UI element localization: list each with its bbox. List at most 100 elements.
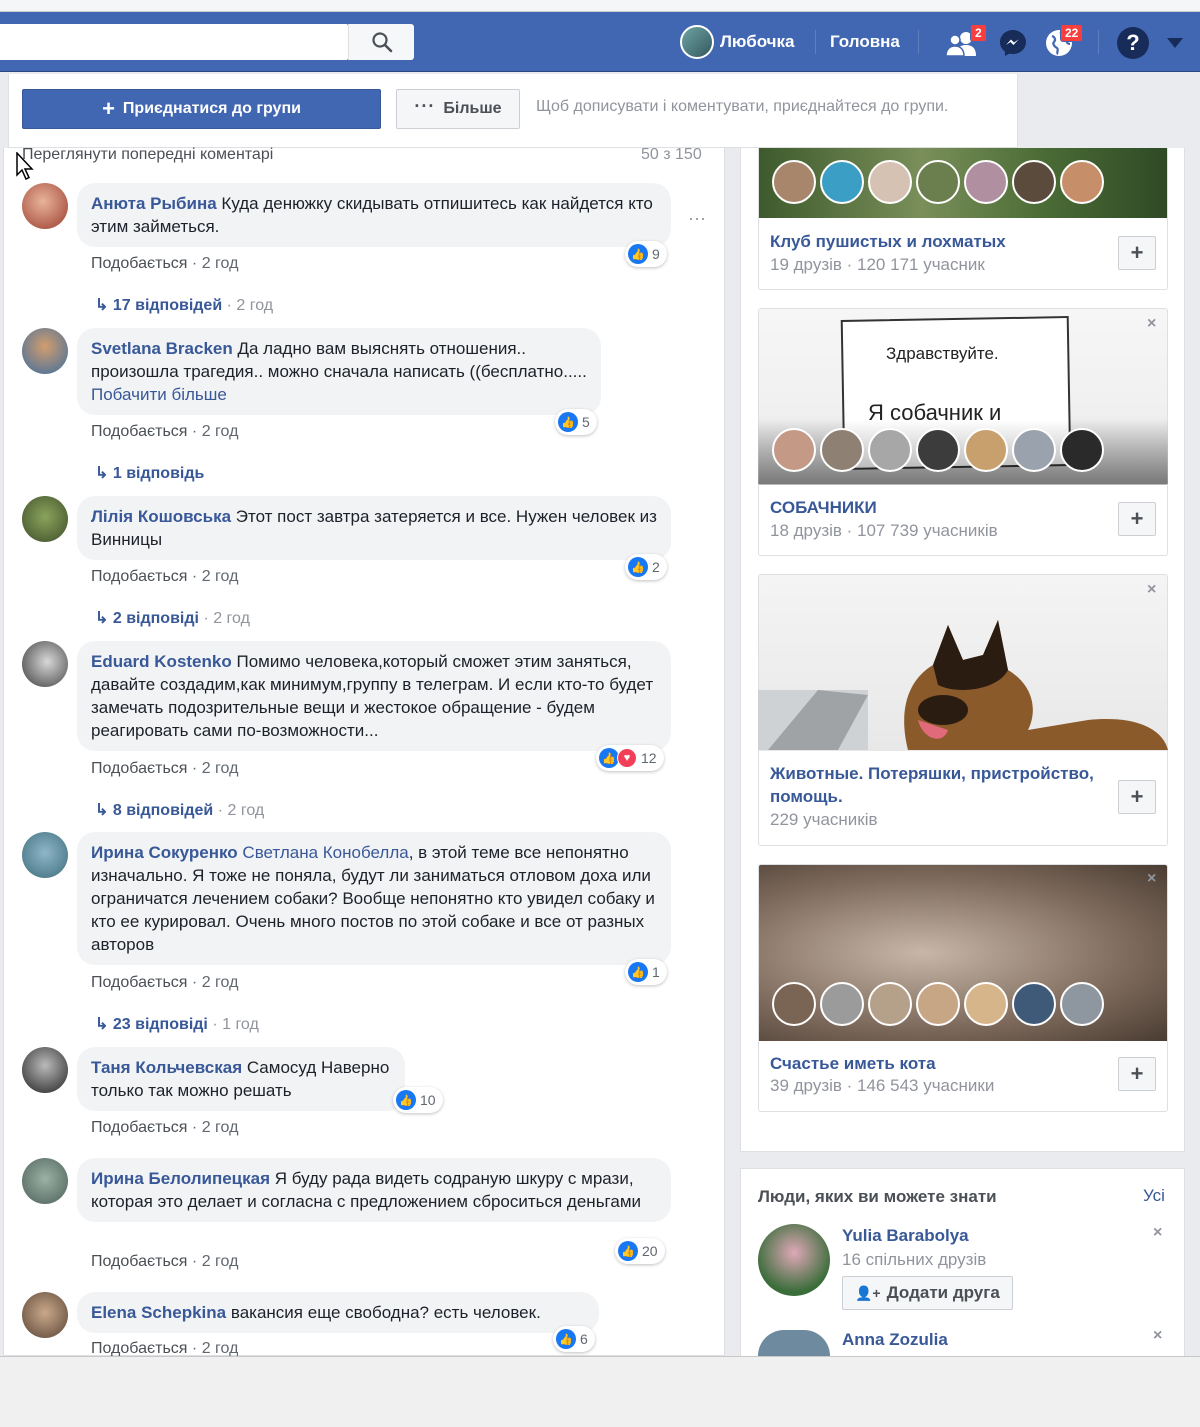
join-group-plus-button[interactable]: + — [1118, 236, 1156, 270]
reaction-count[interactable]: 👍 1 — [625, 959, 667, 985]
see-all-link[interactable]: Усі — [1143, 1186, 1165, 1206]
reaction-number: 9 — [652, 246, 660, 262]
avatar[interactable] — [22, 1292, 68, 1338]
messenger-button[interactable] — [998, 28, 1030, 60]
reaction-count[interactable]: 👍 ♥ 12 — [596, 745, 664, 771]
close-icon[interactable]: × — [1153, 1224, 1162, 1242]
join-group-plus-button[interactable]: + — [1118, 502, 1156, 536]
comment-bubble: Eduard Kostenko Помимо человека,который … — [77, 641, 671, 751]
replies-time: 1 год — [222, 1016, 259, 1033]
comment-bubble: Анюта Рыбина Куда денюжку скидывать отпи… — [77, 183, 671, 247]
avatar[interactable] — [22, 183, 68, 229]
like-link[interactable]: Подобається — [91, 974, 187, 991]
person-name[interactable]: Anna Zozulia — [842, 1328, 948, 1351]
view-previous-comments-link[interactable]: Переглянути попередні коментарі — [22, 146, 273, 164]
avatar[interactable] — [22, 328, 68, 374]
like-link[interactable]: Подобається — [91, 423, 187, 440]
join-group-plus-button[interactable]: + — [1118, 780, 1156, 814]
group-name[interactable]: Животные. Потеряшки, пристройство, помощ… — [770, 762, 1110, 808]
comment-time: 2 год — [201, 568, 239, 585]
replies-time: 2 год — [213, 610, 250, 627]
close-icon[interactable]: × — [1147, 581, 1156, 599]
see-more-link[interactable]: Побачити більше — [91, 385, 227, 404]
group-stats: 18 друзів · 107 739 учасників — [770, 521, 998, 540]
comment-author[interactable]: Ирина Сокуренко — [91, 843, 238, 862]
comment-author[interactable]: Eduard Kostenko — [91, 652, 232, 671]
comment-meta: Подобається · 2 год — [91, 1340, 239, 1356]
replies-label: 1 відповідь — [112, 465, 205, 482]
avatar[interactable] — [22, 641, 68, 687]
like-icon: 👍 — [556, 1329, 576, 1349]
chevron-down-icon[interactable] — [1167, 38, 1183, 48]
avatar — [680, 25, 714, 59]
reaction-count[interactable]: 👍 6 — [553, 1326, 595, 1352]
comment-bubble: Ирина Сокуренко Светлана Конобелла, в эт… — [77, 832, 671, 965]
reaction-count[interactable]: 👍 20 — [615, 1238, 665, 1264]
avatar[interactable] — [22, 1158, 68, 1204]
replies-label: 23 відповіді — [112, 1016, 208, 1033]
divider — [815, 30, 816, 54]
replies-link[interactable]: ↳ 17 відповідей · 2 год — [95, 295, 273, 315]
like-icon: 👍 — [396, 1090, 416, 1110]
notifications-badge: 22 — [1060, 24, 1084, 42]
like-icon: 👍 — [628, 557, 648, 577]
reaction-count[interactable]: 👍 9 — [625, 241, 667, 267]
reaction-count[interactable]: 👍 2 — [625, 554, 667, 580]
reaction-number: 6 — [580, 1331, 588, 1347]
avatar[interactable] — [22, 832, 68, 878]
comment-mention[interactable]: Светлана Конобелла — [242, 843, 408, 862]
person-name[interactable]: Yulia Barabolya — [842, 1224, 969, 1247]
comment-author[interactable]: Elena Schepkina — [91, 1303, 226, 1322]
like-link[interactable]: Подобається — [91, 760, 187, 777]
comment-author[interactable]: Анюта Рыбина — [91, 194, 217, 213]
search-button[interactable] — [348, 24, 414, 60]
like-link[interactable]: Подобається — [91, 568, 187, 585]
reaction-number: 1 — [652, 964, 660, 980]
join-hint: Щоб дописувати і коментувати, приєднайте… — [536, 98, 949, 115]
help-icon[interactable]: ? — [1117, 27, 1149, 59]
comment-time: 2 год — [201, 760, 239, 777]
reaction-count[interactable]: 👍 10 — [393, 1087, 443, 1113]
more-button[interactable]: ··· Більше — [396, 89, 520, 129]
like-link[interactable]: Подобається — [91, 1119, 187, 1136]
comment-bubble: Лілія Кошовська Этот пост завтра затеряе… — [77, 496, 671, 560]
comment-options-icon[interactable]: ··· — [688, 208, 706, 229]
comment-author[interactable]: Ирина Белолипецкая — [91, 1169, 270, 1188]
close-icon[interactable]: × — [1153, 1327, 1162, 1345]
comment-time: 2 год — [201, 1340, 239, 1356]
add-friend-button[interactable]: 👤+ Додати друга — [842, 1276, 1013, 1310]
replies-label: 2 відповіді — [112, 610, 199, 627]
comment-meta: Подобається · 2 год — [91, 423, 239, 440]
avatar[interactable] — [758, 1224, 830, 1296]
like-link[interactable]: Подобається — [91, 1253, 187, 1270]
comments-count: 50 з 150 — [641, 146, 702, 163]
home-link[interactable]: Головна — [830, 24, 900, 60]
close-icon[interactable]: × — [1147, 315, 1156, 333]
comment-author[interactable]: Лілія Кошовська — [91, 507, 231, 526]
replies-link[interactable]: ↳ 8 відповідей · 2 год — [95, 800, 264, 820]
profile-link[interactable]: Любочка — [680, 24, 795, 60]
group-name[interactable]: СОБАЧНИКИ — [770, 496, 877, 519]
join-group-button[interactable]: + Приєднатися до групи — [22, 89, 381, 129]
group-name[interactable]: Клуб пушистых и лохматых — [770, 230, 1006, 253]
search-input[interactable] — [0, 24, 348, 60]
plus-icon: + — [102, 96, 115, 121]
avatar[interactable] — [22, 496, 68, 542]
mutual-friends: 16 спільних друзів — [842, 1250, 987, 1269]
join-group-plus-button[interactable]: + — [1118, 1057, 1156, 1091]
group-name[interactable]: Счастье иметь кота — [770, 1052, 936, 1075]
comment-meta: Подобається · 2 год — [91, 974, 239, 991]
replies-label: 17 відповідей — [112, 297, 223, 314]
like-link[interactable]: Подобається — [91, 1340, 187, 1356]
replies-link[interactable]: ↳ 2 відповіді · 2 год — [95, 608, 250, 628]
replies-link[interactable]: ↳ 23 відповіді · 1 год — [95, 1014, 259, 1034]
comment-author[interactable]: Svetlana Bracken — [91, 339, 233, 358]
replies-time: 2 год — [236, 297, 274, 314]
avatar[interactable] — [22, 1047, 68, 1093]
replies-link[interactable]: ↳ 1 відповідь — [95, 463, 204, 483]
comment-author[interactable]: Таня Кольчевская — [91, 1058, 242, 1077]
reaction-count[interactable]: 👍 5 — [555, 409, 597, 435]
close-icon[interactable]: × — [1147, 870, 1156, 888]
like-link[interactable]: Подобається — [91, 255, 187, 272]
dog-illustration — [758, 620, 1168, 750]
